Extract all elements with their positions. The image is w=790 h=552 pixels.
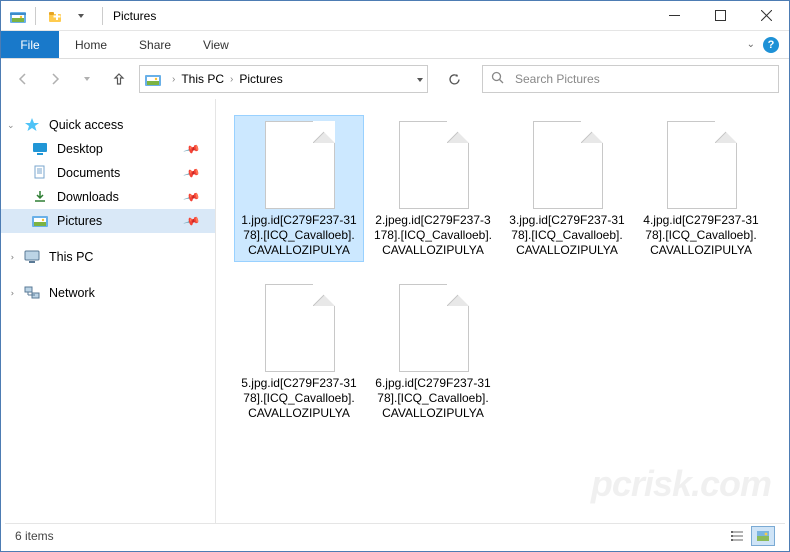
forward-button[interactable] — [43, 67, 67, 91]
search-input[interactable]: Search Pictures — [482, 65, 779, 93]
tab-view[interactable]: View — [187, 31, 245, 58]
pin-icon: 📌 — [183, 164, 201, 182]
app-icon — [9, 8, 27, 24]
chevron-right-icon[interactable]: › — [226, 74, 237, 85]
window-title: Pictures — [113, 9, 156, 23]
file-icon — [263, 119, 335, 209]
chevron-right-icon[interactable]: ⌄ — [5, 289, 16, 297]
search-icon — [491, 71, 505, 88]
sidebar-item-label: Documents — [57, 166, 120, 180]
sidebar-this-pc[interactable]: ⌄ This PC — [1, 245, 215, 269]
search-placeholder: Search Pictures — [515, 72, 600, 86]
pin-icon: 📌 — [183, 212, 201, 230]
address-bar[interactable]: › This PC › Pictures — [139, 65, 428, 93]
ribbon: File Home Share View ⌄ ? — [1, 31, 789, 59]
item-count-label: 6 items — [15, 529, 54, 543]
pin-icon: 📌 — [183, 140, 201, 158]
documents-icon — [31, 165, 49, 181]
file-icon — [263, 282, 335, 372]
file-name-label: 2.jpeg.id[C279F237-3178].[ICQ_Cavalloeb]… — [373, 213, 493, 258]
pictures-icon — [31, 213, 49, 229]
title-bar: Pictures — [1, 1, 789, 31]
sidebar-item-documents[interactable]: Documents 📌 — [1, 161, 215, 185]
status-bar: 6 items — [5, 523, 785, 547]
file-item[interactable]: 4.jpg.id[C279F237-3178].[ICQ_Cavalloeb].… — [636, 115, 766, 262]
maximize-button[interactable] — [697, 1, 743, 31]
star-icon — [23, 117, 41, 133]
downloads-icon — [31, 189, 49, 205]
address-dropdown-icon[interactable] — [417, 74, 423, 84]
tab-share[interactable]: Share — [123, 31, 187, 58]
minimize-button[interactable] — [651, 1, 697, 31]
folder-view[interactable]: 1.jpg.id[C279F237-3178].[ICQ_Cavalloeb].… — [216, 99, 789, 529]
qat-dropdown[interactable] — [70, 5, 92, 27]
desktop-icon — [31, 141, 49, 157]
file-tab[interactable]: File — [1, 31, 59, 58]
computer-icon — [23, 249, 41, 265]
location-icon — [144, 71, 162, 87]
file-item[interactable]: 6.jpg.id[C279F237-3178].[ICQ_Cavalloeb].… — [368, 278, 498, 425]
breadcrumb-this-pc[interactable]: This PC — [179, 72, 226, 86]
nav-bar: › This PC › Pictures Search Pictures — [1, 59, 789, 99]
sidebar-item-label: Desktop — [57, 142, 103, 156]
sidebar-item-label: Quick access — [49, 118, 123, 132]
file-name-label: 3.jpg.id[C279F237-3178].[ICQ_Cavalloeb].… — [507, 213, 627, 258]
file-name-label: 4.jpg.id[C279F237-3178].[ICQ_Cavalloeb].… — [641, 213, 761, 258]
navigation-pane: ⌄ Quick access Desktop 📌 Documents 📌 Dow… — [1, 99, 216, 529]
sidebar-quick-access[interactable]: ⌄ Quick access — [1, 113, 215, 137]
file-item[interactable]: 1.jpg.id[C279F237-3178].[ICQ_Cavalloeb].… — [234, 115, 364, 262]
sidebar-item-label: Pictures — [57, 214, 102, 228]
tab-home[interactable]: Home — [59, 31, 123, 58]
file-name-label: 6.jpg.id[C279F237-3178].[ICQ_Cavalloeb].… — [373, 376, 493, 421]
chevron-right-icon[interactable]: › — [168, 74, 179, 85]
refresh-button[interactable] — [440, 65, 468, 93]
file-item[interactable]: 2.jpeg.id[C279F237-3178].[ICQ_Cavalloeb]… — [368, 115, 498, 262]
chevron-right-icon[interactable]: ⌄ — [5, 253, 16, 261]
recent-locations-button[interactable] — [75, 67, 99, 91]
file-name-label: 1.jpg.id[C279F237-3178].[ICQ_Cavalloeb].… — [239, 213, 359, 258]
sidebar-item-pictures[interactable]: Pictures 📌 — [1, 209, 215, 233]
file-name-label: 5.jpg.id[C279F237-3178].[ICQ_Cavalloeb].… — [239, 376, 359, 421]
details-view-button[interactable] — [725, 526, 749, 546]
pin-icon: 📌 — [183, 188, 201, 206]
sidebar-item-downloads[interactable]: Downloads 📌 — [1, 185, 215, 209]
up-button[interactable] — [107, 67, 131, 91]
close-button[interactable] — [743, 1, 789, 31]
chevron-down-icon[interactable]: ⌄ — [7, 120, 15, 131]
file-icon — [397, 119, 469, 209]
file-icon — [531, 119, 603, 209]
sidebar-network[interactable]: ⌄ Network — [1, 281, 215, 305]
ribbon-expand-icon[interactable]: ⌄ — [747, 39, 755, 50]
file-icon — [397, 282, 469, 372]
thumbnails-view-button[interactable] — [751, 526, 775, 546]
help-icon[interactable]: ? — [763, 37, 779, 53]
sidebar-item-label: This PC — [49, 250, 93, 264]
quick-access-toolbar-item[interactable] — [44, 5, 66, 27]
file-icon — [665, 119, 737, 209]
network-icon — [23, 285, 41, 301]
back-button[interactable] — [11, 67, 35, 91]
file-item[interactable]: 5.jpg.id[C279F237-3178].[ICQ_Cavalloeb].… — [234, 278, 364, 425]
sidebar-item-desktop[interactable]: Desktop 📌 — [1, 137, 215, 161]
breadcrumb-pictures[interactable]: Pictures — [237, 72, 284, 86]
file-item[interactable]: 3.jpg.id[C279F237-3178].[ICQ_Cavalloeb].… — [502, 115, 632, 262]
sidebar-item-label: Downloads — [57, 190, 119, 204]
sidebar-item-label: Network — [49, 286, 95, 300]
